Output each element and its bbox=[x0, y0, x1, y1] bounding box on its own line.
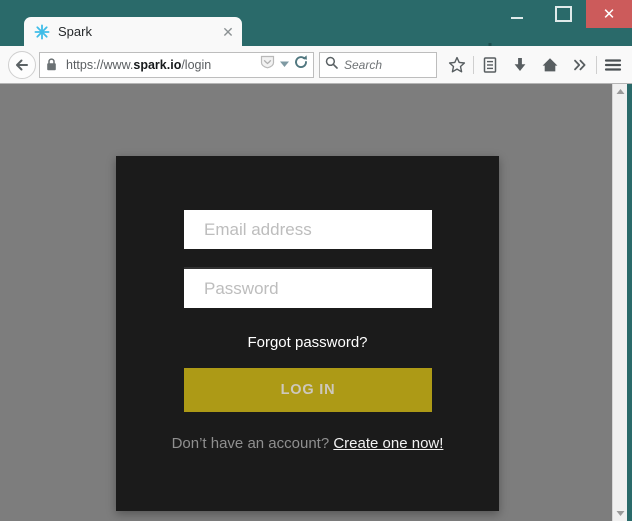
tab-spark[interactable]: Spark ✕ bbox=[24, 17, 242, 46]
reload-icon[interactable] bbox=[293, 54, 309, 75]
page-scrollbar[interactable] bbox=[612, 84, 627, 521]
overflow-button[interactable] bbox=[565, 50, 595, 80]
download-arrow-icon bbox=[514, 57, 526, 71]
login-button[interactable]: LOG IN bbox=[184, 368, 432, 412]
forgot-password-link[interactable]: Forgot password? bbox=[116, 334, 499, 351]
home-icon bbox=[542, 57, 558, 71]
padlock-icon bbox=[46, 58, 60, 71]
scroll-up-icon[interactable] bbox=[613, 84, 628, 99]
chevron-down-icon[interactable] bbox=[279, 56, 290, 74]
reader-shield-icon[interactable] bbox=[259, 54, 276, 75]
window-right-edge bbox=[627, 84, 632, 521]
signup-prompt: Don’t have an account? Create one now! bbox=[150, 433, 465, 455]
double-chevron-right-icon bbox=[574, 59, 586, 70]
password-placeholder: Password bbox=[204, 278, 279, 298]
downloads-button[interactable] bbox=[505, 50, 535, 80]
magnifier-icon bbox=[325, 56, 338, 74]
reading-list-button[interactable] bbox=[475, 50, 505, 80]
tab-close-icon[interactable]: ✕ bbox=[220, 24, 236, 40]
toolbar-separator-2 bbox=[596, 55, 597, 74]
url-bar[interactable]: https://www.spark.io/login bbox=[39, 51, 314, 78]
navigation-toolbar: https://www.spark.io/login Search bbox=[0, 46, 632, 84]
login-card: Email address Password Forgot password? … bbox=[116, 156, 499, 511]
reading-list-icon bbox=[483, 56, 497, 73]
search-box[interactable]: Search bbox=[319, 51, 437, 78]
scroll-down-icon[interactable] bbox=[613, 506, 628, 521]
star-icon bbox=[448, 56, 466, 73]
create-account-link[interactable]: Create one now! bbox=[333, 435, 443, 452]
spark-asterisk-icon bbox=[34, 23, 50, 40]
password-field[interactable]: Password bbox=[184, 269, 432, 308]
tab-strip: Spark ✕ bbox=[0, 17, 632, 55]
browser-window: ✕ Spark ✕ https://www.spark.io/login Sea… bbox=[0, 0, 632, 521]
back-arrow-icon bbox=[16, 59, 28, 70]
back-button[interactable] bbox=[8, 50, 36, 79]
home-button[interactable] bbox=[535, 50, 565, 80]
email-placeholder: Email address bbox=[204, 219, 312, 239]
tab-title: Spark bbox=[58, 24, 92, 39]
bookmark-star-button[interactable] bbox=[442, 50, 472, 80]
toolbar-separator bbox=[473, 55, 474, 74]
email-field[interactable]: Email address bbox=[184, 210, 432, 249]
search-input[interactable]: Search bbox=[344, 58, 382, 72]
url-text: https://www.spark.io/login bbox=[66, 57, 212, 72]
hamburger-menu-icon bbox=[604, 58, 622, 71]
url-bar-actions bbox=[259, 54, 309, 75]
signup-prompt-text: Don’t have an account? bbox=[171, 435, 334, 452]
page-content: Email address Password Forgot password? … bbox=[0, 84, 612, 521]
menu-button[interactable] bbox=[598, 50, 628, 80]
